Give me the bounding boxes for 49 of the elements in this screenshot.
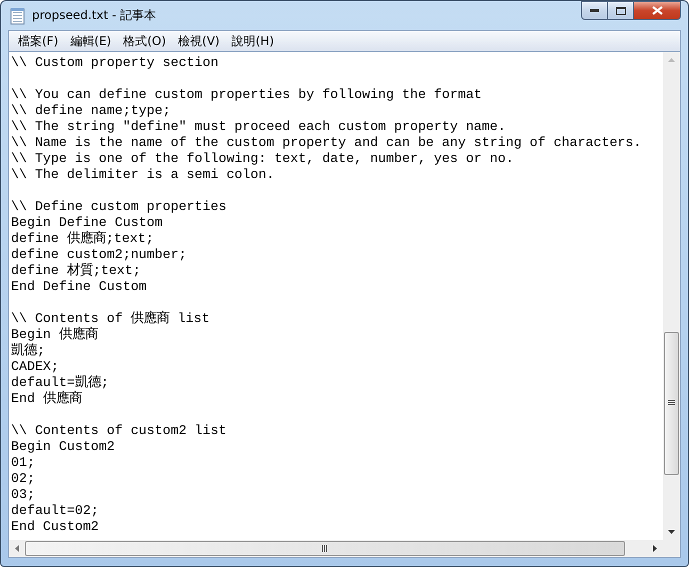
text-line: End 供應商 (11, 391, 83, 407)
text-line: End Custom2 (11, 519, 100, 535)
right-arrow-icon (653, 545, 657, 552)
text-line: \\ Define custom properties (11, 199, 228, 215)
text-line: define custom2;number; (11, 247, 188, 262)
text-line: CADEX; (11, 359, 60, 375)
text-line: \\ Contents of custom2 list (11, 423, 228, 439)
horizontal-scrollbar[interactable] (9, 540, 663, 557)
text-line: \\ Name is the name of the custom property and can be any string of characters. (11, 135, 642, 151)
notepad-icon (10, 6, 26, 24)
window-title: propseed.txt - 記事本 (32, 7, 158, 24)
text-line: define 材質;text; (11, 263, 142, 279)
close-button[interactable] (633, 1, 681, 20)
minimize-button[interactable] (581, 1, 608, 20)
down-arrow-icon (668, 530, 675, 534)
grip-icon (668, 400, 675, 407)
menu-item[interactable]: 編輯(E) (64, 32, 118, 50)
text-line: End Define Custom (11, 279, 148, 295)
vertical-scrollbar[interactable] (663, 52, 680, 540)
text-line: 03; (11, 487, 36, 503)
up-arrow-icon (668, 58, 675, 62)
text-line: 02; (11, 471, 36, 487)
text-line: default=02; (11, 503, 100, 519)
text-line: Begin 供應商 (11, 327, 99, 343)
text-line: \\ You can define custom properties by following the format (11, 87, 483, 103)
text-line: \\ define name;type; (11, 103, 172, 119)
text-line: 凱德; (11, 343, 46, 359)
menu-item[interactable]: 格式(O) (117, 32, 172, 50)
menu-item[interactable]: 檢視(V) (172, 32, 226, 50)
text-line: \\ Contents of 供應商 list (11, 311, 211, 326)
menu-item[interactable]: 說明(H) (226, 32, 280, 50)
maximize-icon (616, 6, 626, 14)
scroll-thumb[interactable] (664, 332, 679, 475)
text-line: 01; (11, 455, 36, 471)
minimize-icon (590, 9, 599, 12)
scroll-thumb[interactable] (25, 541, 625, 556)
text-line: Begin Define Custom (11, 215, 164, 230)
text-line: \\ The string "define" must proceed each custom property name. (11, 119, 507, 135)
close-icon (652, 6, 662, 15)
text-line: \\ Type is one of the following: text, date, number, yes or no. (11, 151, 515, 167)
menu-item[interactable]: 檔案(F) (12, 32, 64, 50)
text-line: Begin Custom2 (11, 439, 116, 455)
text-line: \\ Custom property section (11, 55, 220, 71)
maximize-button[interactable] (607, 1, 634, 20)
text-line: \\ The delimiter is a semi colon. (11, 167, 276, 183)
text-line: default=凱德; (11, 375, 110, 390)
grip-icon (322, 545, 328, 552)
left-arrow-icon (15, 545, 19, 552)
text-line: define 供應商;text; (11, 231, 155, 247)
